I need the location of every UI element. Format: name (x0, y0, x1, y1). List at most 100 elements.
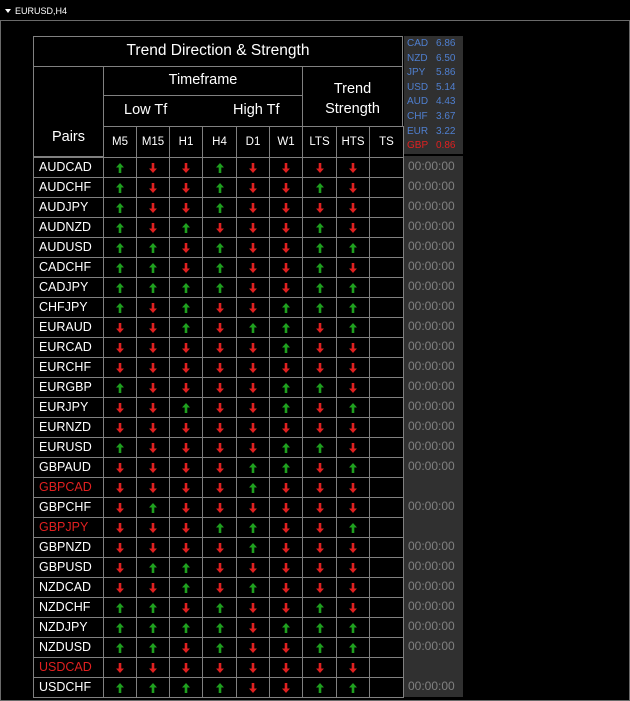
pair-label-nzdusd[interactable]: NZDUSD (33, 637, 104, 658)
arrow-down-icon (336, 177, 370, 198)
arrow-up-icon (169, 317, 203, 338)
arrow-down-icon (169, 377, 203, 398)
pair-label-audcad[interactable]: AUDCAD (33, 157, 104, 178)
arrow-down-icon (269, 557, 303, 578)
arrow-up-icon (302, 277, 337, 298)
pair-label-chfjpy[interactable]: CHFJPY (33, 297, 104, 318)
arrow-down-icon (136, 357, 170, 378)
arrow-down-icon (302, 477, 337, 498)
arrow-down-icon (202, 497, 237, 518)
arrow-up-icon (202, 237, 237, 258)
arrow-down-icon (202, 317, 237, 338)
chart-window-titlebar[interactable]: EURUSD,H4 (0, 0, 630, 20)
pair-label-gbpnzd[interactable]: GBPNZD (33, 537, 104, 558)
countdown-timer-cell: 00:00:00 (404, 196, 463, 217)
countdown-timer-cell (404, 656, 463, 677)
collapse-triangle-icon[interactable] (5, 9, 11, 13)
pair-label-cadjpy[interactable]: CADJPY (33, 277, 104, 298)
arrow-down-icon (103, 337, 137, 358)
pairs-header-cell: Pairs (33, 66, 104, 157)
arrow-down-icon (236, 257, 270, 278)
arrow-up-icon (269, 377, 303, 398)
arrow-down-icon (236, 337, 270, 358)
arrow-down-icon (269, 677, 303, 698)
arrow-down-icon (269, 237, 303, 258)
countdown-timer: 00:00:00 (408, 339, 455, 353)
countdown-timer-cell: 00:00:00 (404, 176, 463, 197)
arrow-down-icon (136, 517, 170, 538)
arrow-down-icon (336, 497, 370, 518)
arrow-up-icon (169, 557, 203, 578)
countdown-timer-cell: 00:00:00 (404, 336, 463, 357)
arrow-up-icon (103, 157, 137, 178)
pair-label-audchf[interactable]: AUDCHF (33, 177, 104, 198)
strength-value: 6.50 (436, 52, 456, 64)
pair-label-nzdcad[interactable]: NZDCAD (33, 577, 104, 598)
column-header-label: M5 (112, 136, 128, 148)
countdown-timer-cell: 00:00:00 (404, 256, 463, 277)
arrow-up-icon (169, 617, 203, 638)
pair-label-eurgbp[interactable]: EURGBP (33, 377, 104, 398)
arrow-down-icon (169, 657, 203, 678)
pair-label-eurjpy[interactable]: EURJPY (33, 397, 104, 418)
pair-label-gbpaud[interactable]: GBPAUD (33, 457, 104, 478)
arrow-down-icon (202, 437, 237, 458)
pair-label-eurcad[interactable]: EURCAD (33, 337, 104, 358)
pair-label-eurusd[interactable]: EURUSD (33, 437, 104, 458)
column-header-d1: D1 (236, 126, 270, 158)
pair-label-euraud[interactable]: EURAUD (33, 317, 104, 338)
pair-label-audjpy[interactable]: AUDJPY (33, 197, 104, 218)
arrow-up-icon (103, 197, 137, 218)
countdown-timer-cell: 00:00:00 (404, 356, 463, 377)
arrow-up-icon (103, 617, 137, 638)
countdown-timer: 00:00:00 (408, 459, 455, 473)
arrow-down-icon (236, 397, 270, 418)
pair-label-gbpusd[interactable]: GBPUSD (33, 557, 104, 578)
arrow-up-icon (103, 377, 137, 398)
arrow-down-icon (302, 397, 337, 418)
pair-label-nzdchf[interactable]: NZDCHF (33, 597, 104, 618)
pair-label-audusd[interactable]: AUDUSD (33, 237, 104, 258)
arrow-down-icon (236, 297, 270, 318)
arrow-down-icon (236, 377, 270, 398)
pair-label-gbpcad[interactable]: GBPCAD (33, 477, 104, 498)
pair-label-nzdjpy[interactable]: NZDJPY (33, 617, 104, 638)
strength-value: 0.86 (436, 140, 456, 152)
arrow-up-icon (103, 257, 137, 278)
arrow-up-icon (103, 637, 137, 658)
arrow-up-icon (302, 297, 337, 318)
arrow-up-icon (302, 377, 337, 398)
pair-label-gbpchf[interactable]: GBPCHF (33, 497, 104, 518)
pair-label-usdcad[interactable]: USDCAD (33, 657, 104, 678)
pair-label-eurnzd[interactable]: EURNZD (33, 417, 104, 438)
pair-label-usdchf[interactable]: USDCHF (33, 677, 104, 698)
pair-label-audnzd[interactable]: AUDNZD (33, 217, 104, 238)
arrow-down-icon (103, 457, 137, 478)
pair-label-eurchf[interactable]: EURCHF (33, 357, 104, 378)
arrow-up-icon (269, 457, 303, 478)
strength-currency: JPY (407, 67, 426, 79)
arrow-down-icon (236, 677, 270, 698)
strength-currency: EUR (407, 125, 429, 137)
arrow-down-icon (169, 597, 203, 618)
arrow-down-icon (169, 257, 203, 278)
pair-label-cadchf[interactable]: CADCHF (33, 257, 104, 278)
arrow-down-icon (103, 537, 137, 558)
arrow-down-icon (236, 197, 270, 218)
arrow-down-icon (269, 477, 303, 498)
arrow-down-icon (202, 417, 237, 438)
arrow-down-icon (136, 197, 170, 218)
arrow-down-icon (169, 637, 203, 658)
countdown-timer-cell: 00:00:00 (404, 676, 463, 697)
arrow-down-icon (236, 217, 270, 238)
countdown-timer-cell: 00:00:00 (404, 316, 463, 337)
pair-label-gbpjpy[interactable]: GBPJPY (33, 517, 104, 538)
arrow-down-icon (269, 657, 303, 678)
strength-currency: USD (407, 81, 429, 93)
arrow-up-icon (202, 597, 237, 618)
arrow-up-icon (336, 457, 370, 478)
arrow-down-icon (302, 577, 337, 598)
arrow-down-icon (236, 237, 270, 258)
arrow-up-icon (236, 577, 270, 598)
arrow-up-icon (336, 237, 370, 258)
